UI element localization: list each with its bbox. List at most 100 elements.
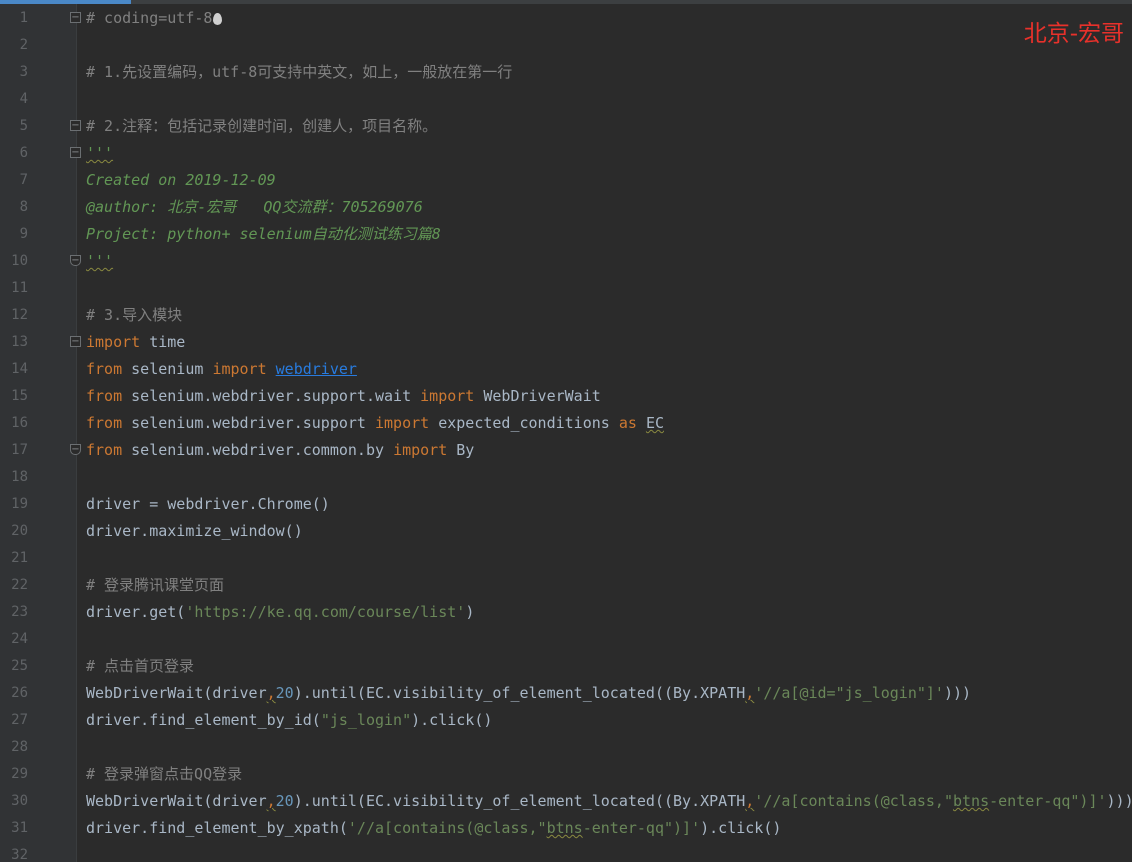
code-line[interactable]: 3 # 1.先设置编码，utf-8可支持中英文，如上，一般放在第一行 — [0, 59, 1132, 86]
code-token: # 1.先设置编码，utf-8可支持中英文，如上，一般放在第一行 — [86, 63, 513, 81]
code-line[interactable]: 18 — [0, 464, 1132, 491]
line-number: 15 — [11, 388, 28, 404]
code-token: import — [420, 387, 475, 405]
code-line[interactable]: 26 WebDriverWait(driver,20).until(EC.visi… — [0, 680, 1132, 707]
code-token: btns — [546, 819, 583, 837]
code-text: driver = webdriver.Chrome() — [86, 491, 330, 518]
line-number: 30 — [11, 793, 28, 809]
line-number: 7 — [19, 172, 28, 188]
code-token: time — [140, 333, 186, 351]
code-text: ''' — [86, 140, 113, 167]
code-token: , — [745, 792, 755, 810]
line-number: 5 — [19, 118, 28, 134]
code-token: webdriver — [275, 360, 357, 378]
code-token: # 点击首页登录 — [86, 657, 195, 675]
code-line[interactable]: 21 — [0, 545, 1132, 572]
code-line[interactable]: 1 − # coding=utf-8 — [0, 5, 1132, 32]
code-line[interactable]: 17 − from selenium.webdriver.common.by imp… — [0, 437, 1132, 464]
code-line[interactable]: 15 from selenium.webdriver.support.wait i… — [0, 383, 1132, 410]
code-token: selenium — [122, 360, 213, 378]
code-token: WebDriverWait(driver — [86, 792, 267, 810]
code-token: ).until(EC.visibility_of_element_located… — [293, 792, 746, 810]
code-token: # coding=utf-8 — [86, 9, 213, 27]
fold-end-icon[interactable]: − — [70, 444, 81, 455]
code-line[interactable]: 23 driver.get('https://ke.qq.com/course/l… — [0, 599, 1132, 626]
code-text: # 点击首页登录 — [86, 653, 194, 680]
code-token: import — [393, 441, 448, 459]
code-text: WebDriverWait(driver,20).until(EC.visibi… — [86, 680, 971, 707]
line-number: 18 — [11, 469, 28, 485]
line-number: 23 — [11, 604, 28, 620]
code-text: # 登录腾讯课堂页面 — [86, 572, 224, 599]
fold-collapse-icon[interactable]: − — [70, 147, 81, 158]
line-number: 17 — [11, 442, 28, 458]
code-text: Created on 2019-12-09 — [86, 167, 276, 194]
code-line[interactable]: 2 — [0, 32, 1132, 59]
line-number: 10 — [11, 253, 28, 269]
fold-collapse-icon[interactable]: − — [70, 336, 81, 347]
code-text: driver.maximize_window() — [86, 518, 303, 545]
code-line[interactable]: 28 — [0, 734, 1132, 761]
code-line[interactable]: 5 − # 2.注释：包括记录创建时间，创建人，项目名称。 — [0, 113, 1132, 140]
code-token: EC — [645, 414, 664, 432]
code-line[interactable]: 22 # 登录腾讯课堂页面 — [0, 572, 1132, 599]
line-number: 9 — [19, 226, 28, 242]
code-line[interactable]: 24 — [0, 626, 1132, 653]
code-token: ).until(EC.visibility_of_element_located… — [293, 684, 746, 702]
code-text: WebDriverWait(driver, 20).until(EC.visibi… — [86, 788, 1132, 815]
code-text: from selenium import webdriver — [86, 356, 357, 383]
fold-collapse-icon[interactable]: − — [70, 12, 81, 23]
code-line[interactable]: 9 Project: python+ selenium自动化测试练习篇8 — [0, 221, 1132, 248]
line-number: 24 — [11, 631, 28, 647]
code-line[interactable]: 4 — [0, 86, 1132, 113]
code-line[interactable]: 32 — [0, 842, 1132, 862]
code-token: "js_login" — [320, 711, 412, 729]
code-line[interactable]: 6 − ''' — [0, 140, 1132, 167]
code-token: ).click() — [411, 711, 493, 729]
line-number: 8 — [19, 199, 28, 215]
line-number: 1 — [19, 10, 28, 26]
fold-end-icon[interactable]: − — [70, 255, 81, 266]
code-line[interactable]: 10 − ''' — [0, 248, 1132, 275]
line-number: 21 — [11, 550, 28, 566]
code-line[interactable]: 19 driver = webdriver.Chrome() — [0, 491, 1132, 518]
code-token: WebDriverWait — [474, 387, 601, 405]
code-text: # 2.注释：包括记录创建时间，创建人，项目名称。 — [86, 113, 437, 140]
code-token: By — [447, 441, 475, 459]
code-line[interactable]: 30 WebDriverWait(driver, 20).until(EC.visi… — [0, 788, 1132, 815]
code-token: -enter-qq")]' — [989, 792, 1107, 810]
code-token: driver = webdriver.Chrome() — [86, 495, 330, 513]
fold-collapse-icon[interactable]: − — [70, 120, 81, 131]
code-token: import — [212, 360, 267, 378]
code-token: import — [375, 414, 430, 432]
code-token: -enter-qq")]' — [582, 819, 701, 837]
code-line[interactable]: 11 — [0, 275, 1132, 302]
code-text: # 登录弹窗点击QQ登录 — [86, 761, 242, 788]
code-line[interactable]: 20 driver.maximize_window() — [0, 518, 1132, 545]
code-line[interactable]: 29 # 登录弹窗点击QQ登录 — [0, 761, 1132, 788]
code-token: as — [618, 414, 637, 432]
code-token: '//a[contains(@class," — [347, 819, 547, 837]
code-line[interactable]: 7 Created on 2019-12-09 — [0, 167, 1132, 194]
code-line[interactable]: 16 from selenium.webdriver.support import… — [0, 410, 1132, 437]
code-token: , — [745, 684, 755, 702]
code-token: from — [86, 441, 123, 459]
code-text: import time — [86, 329, 185, 356]
code-line[interactable]: 13 − import time — [0, 329, 1132, 356]
code-line[interactable]: 31 driver.find_element_by_xpath('//a[cont… — [0, 815, 1132, 842]
code-line[interactable]: 12 # 3.导入模块 — [0, 302, 1132, 329]
line-number: 3 — [19, 64, 28, 80]
code-text: from selenium.webdriver.support.wait imp… — [86, 383, 601, 410]
code-line[interactable]: 14 from selenium import webdriver — [0, 356, 1132, 383]
code-editor[interactable]: 1− # coding=utf-8 2 3 # 1.先设置编码，utf-8可支持中英文，… — [0, 0, 1132, 862]
code-line[interactable]: 25 # 点击首页登录 — [0, 653, 1132, 680]
code-token: 20 — [275, 792, 294, 810]
code-text: @author: 北京-宏哥 QQ交流群：705269076 — [86, 194, 423, 221]
code-line[interactable]: 8 @author: 北京-宏哥 QQ交流群：705269076 — [0, 194, 1132, 221]
code-line[interactable]: 27 driver.find_element_by_id("js_login").… — [0, 707, 1132, 734]
line-number: 2 — [19, 37, 28, 53]
code-token: expected_conditions — [429, 414, 619, 432]
code-token: ) — [465, 603, 475, 621]
line-number: 4 — [19, 91, 28, 107]
